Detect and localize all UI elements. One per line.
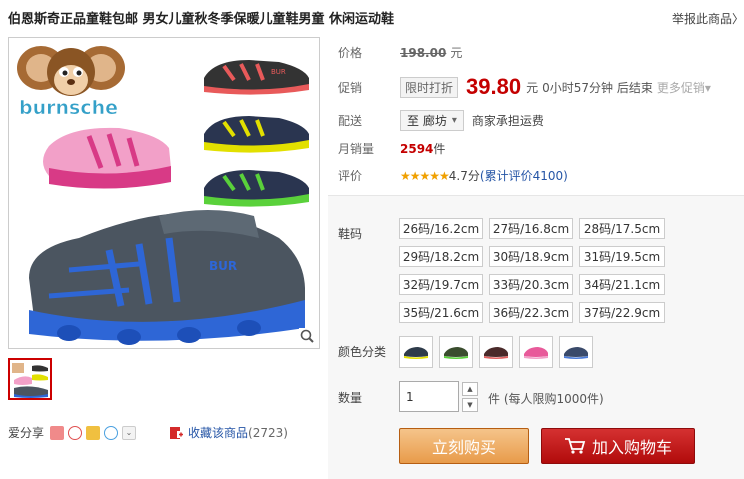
shoe-green bbox=[204, 170, 309, 207]
size-option[interactable]: 33码/20.3cm bbox=[489, 274, 573, 295]
size-option[interactable]: 37码/22.9cm bbox=[579, 302, 665, 323]
color-option-swatch[interactable] bbox=[399, 336, 433, 368]
shoe-big-brand: BUR bbox=[209, 259, 237, 273]
share-qzone-icon[interactable] bbox=[86, 425, 101, 440]
size-option[interactable]: 28码/17.5cm bbox=[579, 218, 665, 239]
quantity-input[interactable] bbox=[399, 381, 459, 412]
quantity-decrease-button[interactable]: ▼ bbox=[462, 398, 478, 412]
shoe-red-brand: BUR bbox=[271, 68, 286, 76]
buy-now-button[interactable]: 立刻购买 bbox=[399, 428, 529, 464]
size-label: 鞋码 bbox=[338, 227, 363, 241]
shoe-yellow bbox=[204, 116, 309, 153]
chevron-down-icon: ▾ bbox=[451, 115, 457, 126]
sales-label: 月销量 bbox=[338, 142, 375, 156]
original-price-unit: 元 bbox=[450, 46, 463, 60]
shipping-row: 配送 至 廊坊 ▾ 商家承担运费 bbox=[338, 110, 544, 131]
sales-unit: 件 bbox=[433, 142, 446, 156]
shoe-pink bbox=[43, 127, 171, 189]
color-options bbox=[399, 336, 593, 368]
promo-label: 促销 bbox=[338, 80, 363, 95]
color-option-swatch[interactable] bbox=[439, 336, 473, 368]
shipping-location-select[interactable]: 至 廊坊 ▾ bbox=[400, 110, 464, 131]
size-option[interactable]: 32码/19.7cm bbox=[399, 274, 483, 295]
product-photo: burnsche BUR BUR bbox=[17, 46, 309, 345]
add-to-cart-button[interactable]: 加入购物车 bbox=[541, 428, 695, 464]
shoe-red: BUR bbox=[204, 60, 309, 95]
brand-mascot bbox=[17, 46, 125, 96]
share-bar: 爱分享 ⌄ bbox=[8, 424, 140, 441]
promo-tag: 限时打折 bbox=[400, 76, 459, 98]
thumbnail-image bbox=[12, 363, 48, 398]
original-price: 198.00 bbox=[400, 45, 447, 60]
size-option[interactable]: 30码/18.9cm bbox=[489, 246, 573, 267]
favorite-label[interactable]: 收藏该商品 bbox=[188, 424, 248, 441]
size-option[interactable]: 27码/16.8cm bbox=[489, 218, 573, 239]
promo-unit: 元 bbox=[526, 80, 539, 95]
report-link[interactable]: 举报此商品〉 bbox=[672, 10, 744, 27]
color-option-swatch[interactable] bbox=[559, 336, 593, 368]
rating-score: 4.7分 bbox=[448, 169, 480, 183]
size-option[interactable]: 35码/21.6cm bbox=[399, 302, 483, 323]
size-options: 26码/16.2cm 27码/16.8cm 28码/17.5cm 29码/18.… bbox=[399, 218, 665, 323]
brand-logo: burnsche bbox=[19, 97, 118, 119]
favorite-icon bbox=[170, 426, 184, 439]
share-label: 爱分享 bbox=[8, 426, 45, 440]
size-option[interactable]: 34码/21.1cm bbox=[579, 274, 665, 295]
shoe-grey-blue: BUR bbox=[29, 210, 305, 345]
sales-value: 2594 bbox=[400, 141, 434, 156]
sales-row: 月销量 2594 件 bbox=[338, 140, 445, 157]
quantity-limit-note: 件 (每人限购1000件) bbox=[488, 392, 604, 406]
sku-panel: 鞋码 26码/16.2cm 27码/16.8cm 28码/17.5cm 29码/… bbox=[328, 195, 744, 479]
more-promo-link[interactable]: 更多促销▾ bbox=[657, 79, 711, 96]
share-more-icon[interactable]: ⌄ bbox=[122, 425, 137, 440]
chevron-up-icon: ▲ bbox=[467, 385, 473, 393]
main-product-image[interactable]: burnsche BUR BUR bbox=[8, 37, 320, 349]
shipping-label: 配送 bbox=[338, 114, 363, 128]
shipping-location: 至 廊坊 bbox=[407, 114, 447, 128]
rating-stars-icon: ★★★★★ bbox=[400, 168, 450, 183]
promo-countdown: 0小时57分钟 后结束 bbox=[542, 80, 653, 95]
promo-price: 39.80 bbox=[466, 74, 522, 99]
cart-icon bbox=[564, 438, 586, 454]
share-tencent-icon[interactable] bbox=[104, 425, 119, 440]
size-option[interactable]: 29码/18.2cm bbox=[399, 246, 483, 267]
size-option[interactable]: 31码/19.5cm bbox=[579, 246, 665, 267]
size-option[interactable]: 26码/16.2cm bbox=[399, 218, 483, 239]
chevron-down-icon: ▼ bbox=[467, 401, 473, 409]
share-weibo-icon[interactable] bbox=[68, 425, 83, 440]
color-label: 颜色分类 bbox=[338, 345, 387, 359]
quantity-increase-button[interactable]: ▲ bbox=[462, 382, 478, 396]
price-row: 价格 198.00 元 bbox=[338, 44, 462, 61]
shipping-note: 商家承担运费 bbox=[471, 114, 544, 128]
price-label: 价格 bbox=[338, 46, 363, 60]
product-thumbnail[interactable] bbox=[8, 358, 52, 400]
share-sina-icon[interactable] bbox=[50, 425, 65, 440]
review-row: 评价 ★★★★★ 4.7分 (累计评价4100) bbox=[338, 167, 568, 184]
quantity-label: 数量 bbox=[338, 391, 363, 405]
zoom-icon[interactable] bbox=[299, 328, 315, 344]
review-label: 评价 bbox=[338, 169, 363, 183]
add-to-cart-label: 加入购物车 bbox=[591, 438, 672, 457]
promo-row: 促销 限时打折 39.80 元 0小时57分钟 后结束 更多促销▾ bbox=[338, 74, 711, 100]
color-option-swatch[interactable] bbox=[479, 336, 513, 368]
review-count-link[interactable]: (累计评价4100) bbox=[480, 167, 568, 184]
size-option[interactable]: 36码/22.3cm bbox=[489, 302, 573, 323]
color-option-swatch[interactable] bbox=[519, 336, 553, 368]
favorite-item[interactable]: 收藏该商品 (2723) bbox=[170, 424, 288, 441]
favorite-count: (2723) bbox=[248, 425, 288, 440]
product-title: 伯恩斯奇正品童鞋包邮 男女儿童秋冬季保暖儿童鞋男童 休闲运动鞋 bbox=[8, 12, 395, 27]
